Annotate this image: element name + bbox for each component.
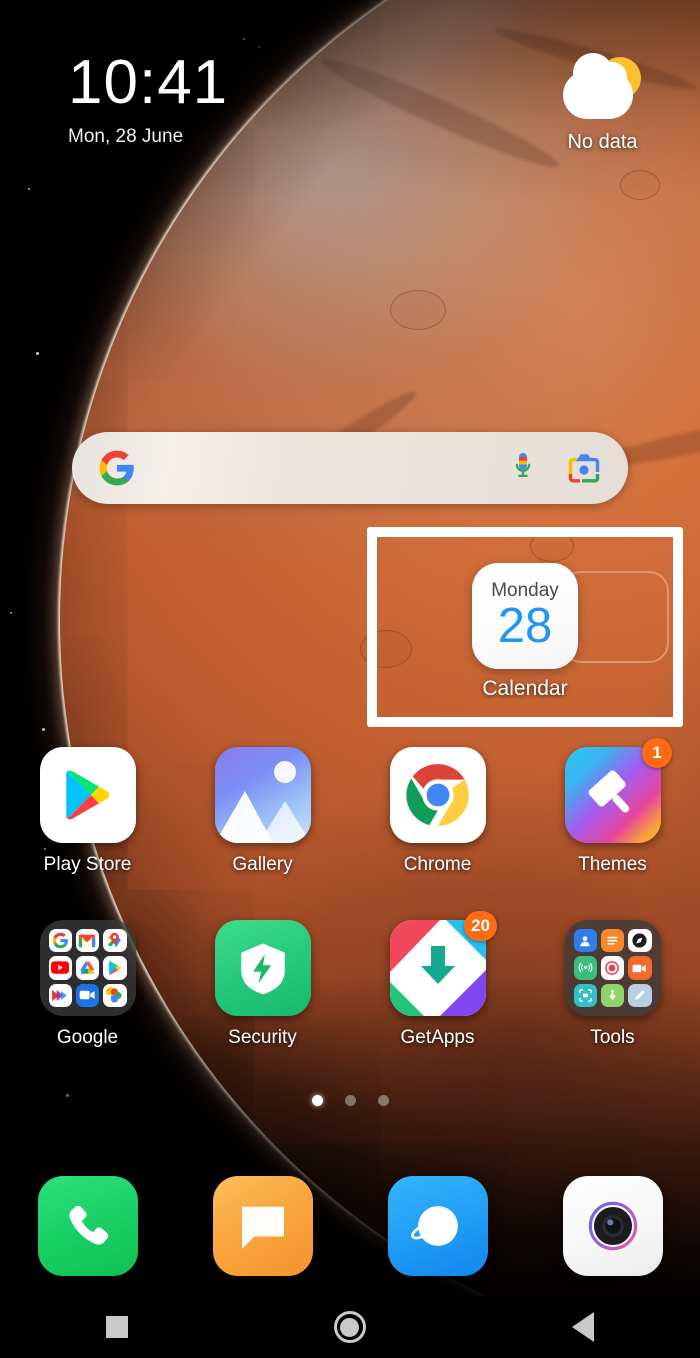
square-recents-icon — [105, 1316, 128, 1338]
app-label: Security — [228, 1027, 297, 1048]
app-security[interactable]: Security — [175, 920, 350, 1049]
mi-editor-icon — [628, 983, 652, 1007]
recorder-icon — [600, 956, 625, 980]
app-play-store[interactable]: Play Store — [0, 747, 175, 876]
play-movies-icon — [48, 983, 72, 1007]
nav-back-button[interactable] — [467, 1312, 700, 1342]
google-maps-icon — [103, 929, 127, 953]
phone-handset-icon — [37, 1176, 138, 1276]
notification-badge: 20 — [464, 911, 497, 941]
dock-item-browser[interactable] — [350, 1176, 525, 1276]
app-label: Play Store — [43, 854, 132, 875]
app-label: Gallery — [232, 854, 293, 875]
contacts-icon — [573, 929, 597, 953]
calendar-widget[interactable]: Monday 28 Calendar — [449, 563, 601, 701]
page-dot-3[interactable] — [377, 1095, 389, 1106]
messages-bubble-icon — [212, 1176, 313, 1276]
nav-home-button[interactable] — [233, 1311, 466, 1343]
calendar-weekday: Monday — [491, 580, 559, 601]
microphone-icon[interactable] — [508, 450, 538, 486]
clock-time: 10:41 — [68, 48, 229, 117]
app-getapps[interactable]: 20 GetApps — [350, 911, 525, 1049]
calendar-icon: Monday 28 — [472, 563, 578, 669]
gallery-icon — [214, 747, 311, 843]
browser-globe-icon — [387, 1176, 488, 1276]
scanner-icon — [573, 983, 597, 1007]
google-drive-icon — [75, 956, 100, 980]
security-shield-icon — [214, 920, 311, 1016]
google-search-bar[interactable] — [72, 432, 628, 504]
google-photos-icon — [103, 983, 127, 1007]
calendar-app-label: Calendar — [482, 677, 568, 700]
dock-item-messages[interactable] — [175, 1176, 350, 1276]
google-lens-camera-icon[interactable] — [566, 451, 602, 485]
video-icon — [628, 956, 652, 980]
app-themes[interactable]: 1 Themes — [525, 738, 700, 876]
app-label: GetApps — [400, 1027, 475, 1048]
notification-badge: 1 — [642, 738, 672, 768]
compass-icon — [628, 929, 652, 953]
tools-folder-icon — [564, 920, 661, 1016]
app-label: Themes — [578, 854, 647, 875]
camera-lens-icon — [562, 1176, 663, 1276]
dock-item-phone[interactable] — [0, 1176, 175, 1276]
calendar-date-number: 28 — [497, 599, 553, 653]
app-grid-row-1: Play Store Gallery Chrome 1 Themes — [0, 738, 700, 876]
google-search-icon — [48, 929, 72, 953]
chrome-icon — [389, 747, 486, 843]
youtube-icon — [48, 956, 72, 980]
app-label: Google — [56, 1027, 119, 1048]
notes-icon — [600, 929, 625, 953]
google-play-icon — [103, 956, 127, 980]
folder-google[interactable]: Google — [0, 920, 175, 1049]
navigation-bar — [0, 1296, 700, 1358]
dock-item-camera[interactable] — [525, 1176, 700, 1276]
app-gallery[interactable]: Gallery — [175, 747, 350, 876]
circle-home-icon — [333, 1311, 366, 1343]
sun-behind-cloud-icon — [557, 53, 649, 127]
nav-recents-button[interactable] — [0, 1316, 233, 1338]
downloads-icon — [600, 983, 625, 1007]
google-g-icon — [98, 449, 136, 487]
gmail-icon — [75, 929, 100, 953]
page-dot-2[interactable] — [344, 1095, 356, 1106]
page-dot-1[interactable] — [311, 1095, 323, 1106]
app-chrome[interactable]: Chrome — [350, 747, 525, 876]
app-grid-row-2: Google Security 20 GetApps Tools — [0, 911, 700, 1049]
play-store-icon — [39, 747, 136, 843]
folder-tools[interactable]: Tools — [525, 920, 700, 1049]
clock-date: Mon, 28 June — [68, 126, 184, 147]
triangle-back-icon — [572, 1312, 595, 1342]
clock-widget[interactable]: 10:41 Mon, 28 June — [68, 52, 228, 148]
google-folder-icon — [39, 920, 136, 1016]
weather-widget[interactable]: No data — [540, 53, 665, 154]
page-indicator — [0, 1095, 700, 1106]
weather-status-label: No data — [567, 131, 638, 153]
dock — [0, 1176, 700, 1276]
app-label: Tools — [590, 1027, 635, 1048]
google-meet-icon — [75, 983, 100, 1007]
fm-radio-icon — [573, 956, 597, 980]
app-label: Chrome — [403, 854, 472, 875]
